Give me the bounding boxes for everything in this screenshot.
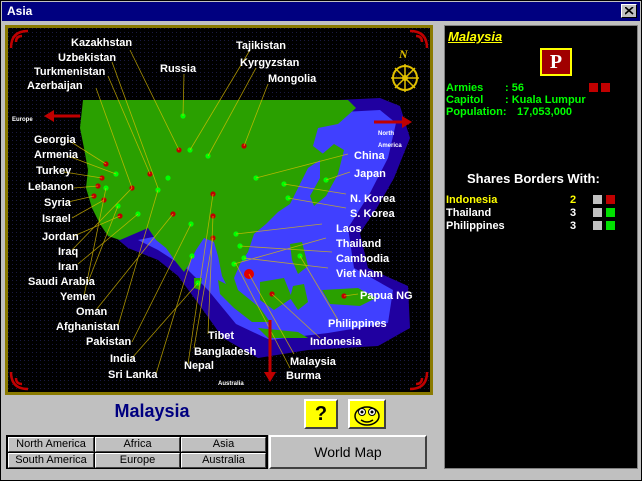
map-label-azerbaijan[interactable]: Azerbaijan [27,80,83,92]
flag-emblem: P [542,50,570,74]
map-label-turkmenistan[interactable]: Turkmenistan [34,66,105,78]
region-south-america-button[interactable]: South America [8,453,94,468]
close-icon [625,7,634,15]
country-info-panel: Malaysia P Armies : 56 Capitol : Kuala L… [444,25,638,469]
map-label-indonesia[interactable]: Indonesia [310,336,361,348]
map-label-georgia[interactable]: Georgia [34,134,76,146]
map-label-turkey[interactable]: Turkey [36,165,71,177]
map-label-russia[interactable]: Russia [160,63,196,75]
map-label-oman[interactable]: Oman [76,306,107,318]
map-label-malaysia[interactable]: Malaysia [290,356,336,368]
map-label-sri-lanka[interactable]: Sri Lanka [108,369,158,381]
map-label-laos[interactable]: Laos [336,223,362,235]
help-button[interactable]: ? [304,399,338,429]
map-label-afghanistan[interactable]: Afghanistan [56,321,120,333]
map-label-kazakhstan[interactable]: Kazakhstan [71,37,132,49]
map-label-s-korea[interactable]: S. Korea [350,208,395,220]
region-selector: North America Africa Asia South America … [6,435,268,469]
border-country-count: 3 [570,207,577,219]
armies-label: Armies [446,82,484,94]
mascot-button[interactable] [348,399,386,429]
info-country-name: Malaysia [448,29,503,44]
map-label-syria[interactable]: Syria [44,197,71,209]
map-label-iraq[interactable]: Iraq [58,246,78,258]
map-label-iran[interactable]: Iran [58,261,78,273]
border-status-indicator [606,221,615,230]
map-label-tajikistan[interactable]: Tajikistan [236,40,286,52]
map-label-europe[interactable]: Europe [12,114,33,126]
region-europe-button[interactable]: Europe [95,453,180,468]
map-label-india[interactable]: India [110,353,136,365]
close-button[interactable] [621,4,637,18]
game-window: Asia Kazakhstan Tajikistan Uzbekistan Ky… [0,0,642,481]
army-indicator-2 [601,83,610,92]
capitol-label: Capitol [446,94,484,106]
map-label-cambodia[interactable]: Cambodia [336,253,389,265]
title-bar: Asia [2,2,640,21]
border-row-indonesia[interactable]: Indonesia 2 [446,194,636,207]
map-label-vietnam[interactable]: Viet Nam [336,268,383,280]
border-country-name: Thailand [446,207,492,219]
map-label-yemen[interactable]: Yemen [60,291,95,303]
capitol-value: : Kuala Lumpur [505,94,586,106]
compass-letter: N [399,47,408,61]
map-label-n-korea[interactable]: N. Korea [350,193,395,205]
borders-title: Shares Borders With: [467,171,600,186]
border-row-thailand[interactable]: Thailand 3 [446,207,636,220]
map-label-nepal[interactable]: Nepal [184,360,214,372]
border-row-philippines[interactable]: Philippines 3 [446,220,636,233]
window-title: Asia [7,4,33,18]
border-status-indicator [606,208,615,217]
map-label-uzbekistan[interactable]: Uzbekistan [58,52,116,64]
map-label-papua-ng[interactable]: Papua NG [360,290,413,302]
map-label-pakistan[interactable]: Pakistan [86,336,131,348]
map-label-thailand[interactable]: Thailand [336,238,381,250]
map-label-mongolia[interactable]: Mongolia [268,73,316,85]
armies-value: : 56 [505,82,524,94]
population-value: 17,053,000 [517,106,573,118]
map-label-armenia[interactable]: Armenia [34,149,78,161]
map-label-burma[interactable]: Burma [286,370,321,382]
region-north-america-button[interactable]: North America [8,437,94,452]
map-label-kyrgyzstan[interactable]: Kyrgyzstan [240,57,299,69]
border-country-name: Indonesia [446,194,498,206]
mascot-face-icon [354,406,380,426]
border-indicator [593,208,602,217]
map-label-bangladesh[interactable]: Bangladesh [194,346,256,358]
army-indicator-1 [589,83,598,92]
map-label-jordan[interactable]: Jordan [42,231,79,243]
border-indicator [593,221,602,230]
map-label-japan[interactable]: Japan [354,168,386,180]
asia-map[interactable]: Kazakhstan Tajikistan Uzbekistan Kyrgyzs… [5,25,433,395]
map-label-saudi-arabia[interactable]: Saudi Arabia [28,276,95,288]
border-country-count: 3 [570,220,577,232]
world-map-button[interactable]: World Map [269,435,427,469]
compass-icon [391,64,419,92]
map-label-israel[interactable]: Israel [42,213,71,225]
selected-country-label: Malaysia [114,401,190,421]
country-flag: P [540,48,572,76]
population-label: Population: [446,106,507,118]
border-status-indicator [606,195,615,204]
map-label-tibet[interactable]: Tibet [208,330,234,342]
border-country-count: 2 [570,194,577,206]
map-label-north-america[interactable]: North America [378,128,418,152]
question-mark-icon: ? [314,403,328,425]
map-label-lebanon[interactable]: Lebanon [28,181,74,193]
map-label-australia[interactable]: Australia [218,378,244,390]
border-country-name: Philippines [446,220,505,232]
region-australia-button[interactable]: Australia [181,453,266,468]
region-africa-button[interactable]: Africa [95,437,180,452]
border-indicator [593,195,602,204]
map-label-philippines[interactable]: Philippines [328,318,387,330]
region-asia-button[interactable]: Asia [181,437,266,452]
